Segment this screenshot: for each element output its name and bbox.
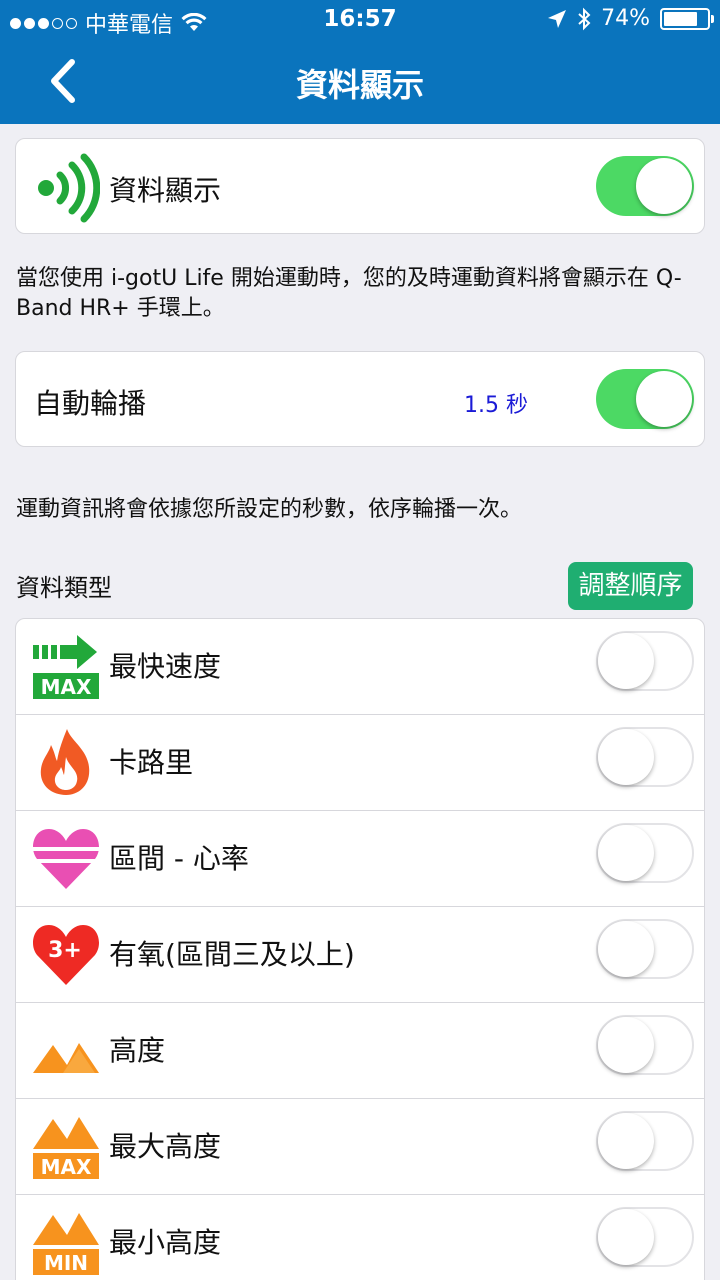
list-item-heart-rate-zone: 區間 - 心率 <box>16 811 704 907</box>
list-item-calories: 卡路里 <box>16 715 704 811</box>
list-item-max-altitude: MAX 最大高度 <box>16 1099 704 1195</box>
adjust-order-button[interactable]: 調整順序 <box>568 562 693 610</box>
list-item-min-altitude: MIN 最小高度 <box>16 1195 704 1280</box>
data-display-description: 當您使用 i-gotU Life 開始運動時，您的及時運動資料將會顯示在 Q-B… <box>16 266 682 321</box>
altitude-icon <box>33 1043 99 1073</box>
aerobic-icon-text: 3+ <box>48 938 82 963</box>
max-altitude-icon-text: MAX <box>41 1155 92 1179</box>
list-item-label: 最大高度 <box>109 1130 222 1163</box>
list-item-label: 區間 - 心率 <box>109 842 249 875</box>
altitude-toggle[interactable] <box>596 1015 694 1075</box>
auto-rotate-toggle[interactable] <box>596 369 694 429</box>
auto-rotate-card: 自動輪播 1.5 秒 <box>15 351 705 447</box>
auto-rotate-label: 自動輪播 <box>34 387 147 420</box>
heart-rate-zone-toggle[interactable] <box>596 823 694 883</box>
aerobic-toggle[interactable] <box>596 919 694 979</box>
battery-icon <box>660 7 714 30</box>
data-display-toggle[interactable] <box>596 156 694 216</box>
page-title: 資料顯示 <box>295 66 424 104</box>
max-altitude-icon: MAX <box>33 1117 99 1179</box>
wireless-signal-icon <box>38 153 100 223</box>
status-bar: 中華電信 16:57 74% <box>0 0 720 40</box>
battery-percent: 74% <box>601 6 650 31</box>
list-item-altitude: 高度 <box>16 1003 704 1099</box>
min-altitude-icon-text: MIN <box>44 1251 88 1275</box>
calorie-flame-icon <box>40 729 90 795</box>
max-speed-icon: MAX <box>33 635 99 699</box>
location-arrow-icon <box>548 9 567 28</box>
max-altitude-toggle[interactable] <box>596 1111 694 1171</box>
data-types-list: MAX 最快速度 卡路里 區間 - 心率 3+ 有氧(區間三及以上) 高度 MA… <box>15 618 705 1280</box>
list-item-label: 最快速度 <box>109 650 222 683</box>
heart-rate-zone-icon <box>31 829 101 889</box>
data-display-label: 資料顯示 <box>109 174 222 207</box>
data-display-card: 資料顯示 <box>15 138 705 234</box>
min-altitude-icon: MIN <box>33 1213 99 1275</box>
list-item-max-speed: MAX 最快速度 <box>16 619 704 715</box>
list-item-label: 高度 <box>109 1034 166 1067</box>
list-item-aerobic: 3+ 有氧(區間三及以上) <box>16 907 704 1003</box>
min-altitude-toggle[interactable] <box>596 1207 694 1267</box>
list-item-label: 卡路里 <box>109 746 194 779</box>
auto-rotate-description: 運動資訊將會依據您所設定的秒數，依序輪播一次。 <box>16 497 523 522</box>
list-item-label: 有氧(區間三及以上) <box>109 938 355 971</box>
calories-toggle[interactable] <box>596 727 694 787</box>
status-right: 74% <box>547 6 714 31</box>
aerobic-heart-icon: 3+ <box>33 925 99 985</box>
max-speed-toggle[interactable] <box>596 631 694 691</box>
auto-rotate-interval[interactable]: 1.5 秒 <box>464 387 528 419</box>
max-speed-icon-text: MAX <box>41 675 92 699</box>
bluetooth-icon <box>578 7 591 30</box>
data-types-title: 資料類型 <box>16 574 112 602</box>
list-item-label: 最小高度 <box>109 1226 222 1259</box>
navigation-bar: 資料顯示 <box>0 40 720 124</box>
